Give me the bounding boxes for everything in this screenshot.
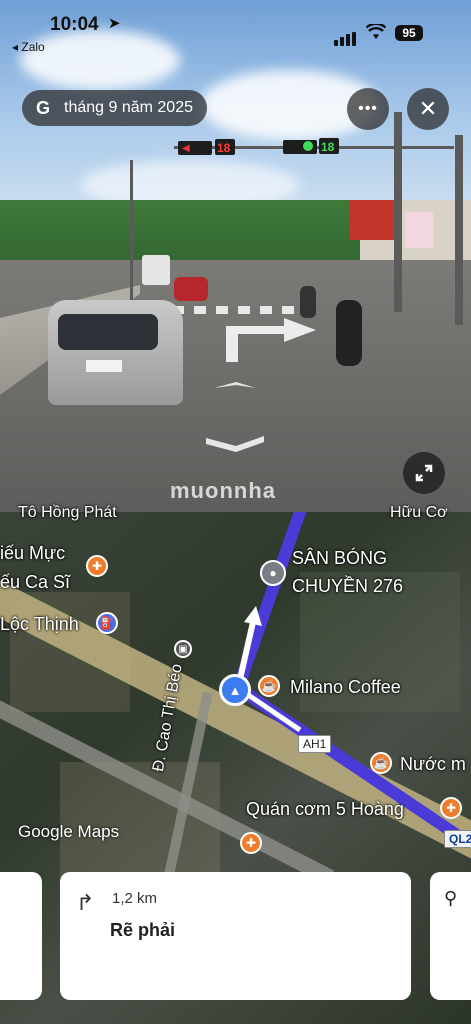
bus-stop-icon[interactable]: ▣ <box>174 640 192 658</box>
map-label-quan-com: Quán cơm 5 Hoàng <box>246 799 404 819</box>
traffic-light-right <box>283 140 317 154</box>
timer-text: 18 <box>321 140 335 154</box>
place-pin-icon[interactable]: ● <box>260 560 286 586</box>
road-tag-ah1: AH1 <box>298 735 332 753</box>
map-label-loc-thinh: Lộc Thịnh <box>0 614 79 634</box>
status-bar: 10:04 ➤ ◂ Zalo 95 <box>0 0 471 60</box>
traffic-timer-right: 18 <box>319 138 339 154</box>
map-label-huu-co: Hữu Cơ <box>390 504 448 521</box>
street-view[interactable]: ◀ 18 18 10:04 ➤ ◂ Zalo 95 G tháng 9 năm … <box>0 0 471 512</box>
capture-date-text: tháng 9 năm 2025 <box>64 99 193 116</box>
motorbike-rider <box>336 300 362 366</box>
fuel-station-poi-icon[interactable]: ⛽ <box>96 612 118 634</box>
back-to-zalo[interactable]: ◂ Zalo <box>12 40 45 54</box>
capture-date-pill[interactable]: G tháng 9 năm 2025 <box>22 90 207 126</box>
location-arrow-icon: ➤ <box>108 15 121 32</box>
shop-poi-icon[interactable]: ☕ <box>370 752 392 774</box>
cellular-signal-icon <box>334 28 358 46</box>
silver-minivan <box>48 300 183 405</box>
restaurant-poi-icon[interactable]: ✚ <box>86 555 108 577</box>
clock: 10:04 <box>50 14 99 35</box>
map-label-chuyen-276: CHUYỀN 276 <box>292 576 404 596</box>
current-location-marker: ▲ <box>219 674 251 706</box>
traffic-light-left: ◀ <box>178 141 212 155</box>
red-car <box>174 277 208 301</box>
battery-indicator: 95 <box>395 25 423 41</box>
utility-pole <box>455 135 463 325</box>
map-label-san-bong: SÂN BÓNG <box>292 548 388 568</box>
google-maps-logo: Google Maps <box>18 822 120 841</box>
lamp-pole <box>130 160 133 300</box>
road-tag-ql: QL2 <box>444 830 471 848</box>
map-label-to-hong-phat: Tô Hồng Phát <box>18 504 117 521</box>
close-icon: ✕ <box>418 96 438 121</box>
map-label-milano-coffee: Milano Coffee <box>290 677 401 697</box>
restaurant-poi-icon[interactable]: ✚ <box>440 797 462 819</box>
expand-button[interactable] <box>403 452 445 494</box>
wifi-icon <box>366 24 386 39</box>
destination-pin-icon: ⚲ <box>444 888 458 908</box>
more-horizontal-icon: ••• <box>358 100 378 117</box>
previous-step-card[interactable] <box>0 872 42 1000</box>
license-plate <box>86 360 122 372</box>
motorbike-rider <box>300 286 316 318</box>
close-button[interactable]: ✕ <box>407 88 449 130</box>
expand-icon <box>415 464 433 482</box>
green-light-icon <box>303 141 313 151</box>
truck <box>142 255 170 285</box>
coffee-poi-icon[interactable]: ☕ <box>258 675 280 697</box>
step-distance: 1,2 km <box>112 890 158 907</box>
google-g-icon: G <box>35 97 50 118</box>
turn-right-icon: ↱ <box>76 890 95 915</box>
restaurant-poi-icon[interactable]: ✚ <box>240 832 262 854</box>
arrow-left-icon: ◀ <box>182 143 190 154</box>
map-label-ca-si: ếu Ca Sĩ <box>0 572 71 592</box>
more-options-button[interactable]: ••• <box>347 88 389 130</box>
utility-pole <box>394 112 402 312</box>
watermark: muonnha <box>170 478 276 503</box>
traffic-timer-left: 18 <box>215 139 235 155</box>
timer-text: 18 <box>217 141 231 155</box>
map-label-nuoc: Nước m <box>400 754 466 774</box>
step-instruction: Rẽ phải <box>110 920 176 940</box>
car-window <box>58 314 158 350</box>
map-label-muc: iếu Mực <box>0 543 66 563</box>
navigation-arrow-icon: ▲ <box>228 682 242 698</box>
